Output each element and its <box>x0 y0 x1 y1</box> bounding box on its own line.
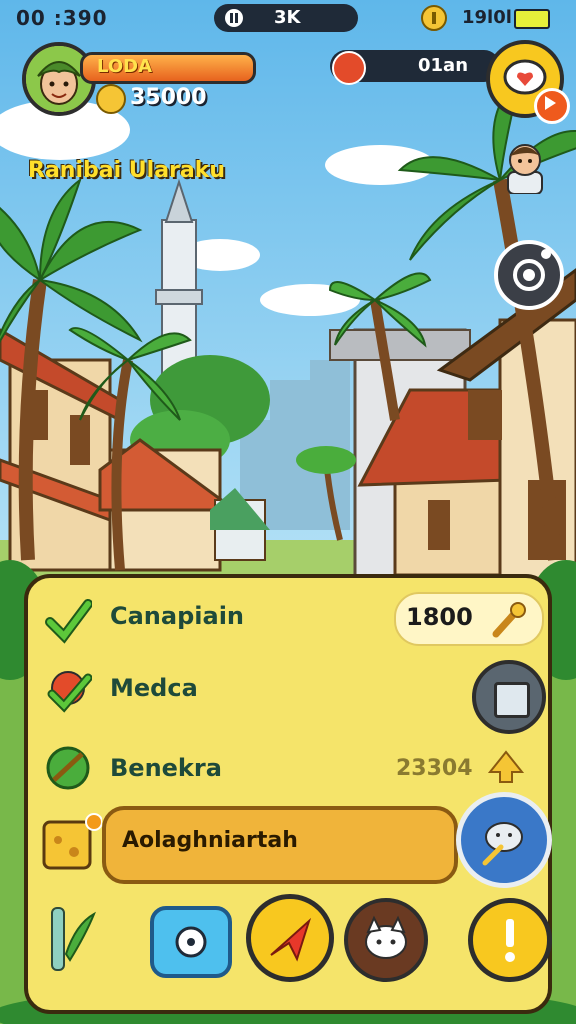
key-icon <box>421 5 447 31</box>
wrench-icon <box>492 602 526 638</box>
coin-count: 35000 <box>130 85 207 110</box>
quest-pill[interactable]: 01an <box>330 50 500 85</box>
elephant-badge-icon[interactable] <box>456 792 552 888</box>
check-badge-icon <box>47 671 92 713</box>
cat-icon[interactable] <box>344 898 428 982</box>
player-name-bar: LODA <box>80 52 256 84</box>
row-label-benekra: Benekra <box>110 754 222 782</box>
location-title: Ranibai Ularaku <box>28 158 226 183</box>
timer-text: 00 :390 <box>16 6 108 30</box>
battery-icon <box>514 9 550 29</box>
camera-button[interactable] <box>494 240 564 310</box>
coin-icon <box>96 84 126 114</box>
reward-value-pill: 1800 <box>394 592 544 646</box>
cheese-map-icon[interactable] <box>40 812 102 874</box>
currency-pill: 19l0l <box>418 4 558 32</box>
camera-icon <box>513 249 551 291</box>
player-name: LODA <box>97 56 153 77</box>
leaf-badge-icon <box>46 746 90 790</box>
check-icon <box>45 599 92 644</box>
row-label-aolaghniartah: Aolaghniartah <box>122 828 298 853</box>
arrow-icon[interactable] <box>246 894 334 982</box>
row-label-canapiain: Canapiain <box>110 602 245 630</box>
friend-portrait-icon[interactable] <box>500 136 550 195</box>
currency-label: 19l0l <box>462 7 512 28</box>
up-arrow-icon <box>487 750 525 783</box>
pencil-icon[interactable] <box>46 904 96 974</box>
play-icon[interactable] <box>534 88 570 124</box>
quest-label: 01an <box>418 55 469 76</box>
center-stat-label: 3K <box>274 7 301 28</box>
square-button-icon[interactable] <box>472 660 546 734</box>
center-stat-pill[interactable]: 3K <box>214 4 358 32</box>
alert-icon[interactable] <box>468 898 552 982</box>
benekra-value: 23304 <box>396 756 473 781</box>
reward-value: 1800 <box>406 603 473 631</box>
pause-icon <box>225 9 243 27</box>
row-label-medca: Medca <box>110 674 198 702</box>
shield-chat-icon[interactable] <box>150 906 232 978</box>
character-icon <box>332 51 366 85</box>
current-objective[interactable]: Aolaghniartah <box>102 806 458 884</box>
